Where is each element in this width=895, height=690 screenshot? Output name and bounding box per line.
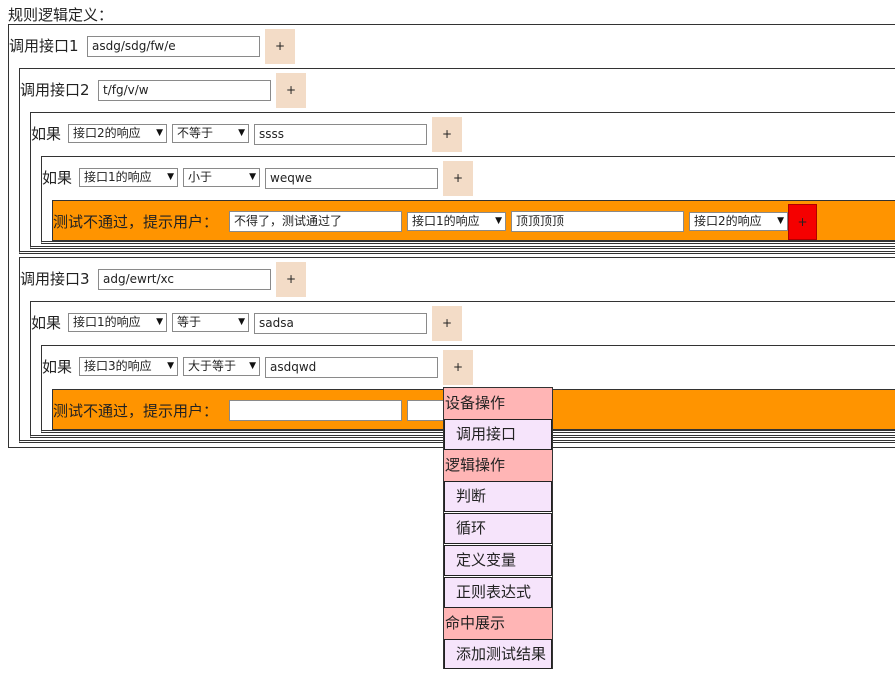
add-action-menu: 设备操作 调用接口 逻辑操作 判断 循环 定义变量 正则表达式 命中展示 添加测… xyxy=(443,387,553,669)
operator-select[interactable]: 不等于 ▼ xyxy=(172,124,249,143)
condition-add-button[interactable]: + xyxy=(432,117,462,152)
test-fail-label: 测试不通过，提示用户： xyxy=(53,213,219,231)
menu-item-add-test-result[interactable]: 添加测试结果 xyxy=(444,639,552,669)
fail-add-button-active[interactable]: + xyxy=(788,204,817,240)
menu-item-judge[interactable]: 判断 xyxy=(444,481,552,512)
response-source-select[interactable]: 接口2的响应 ▼ xyxy=(68,124,167,143)
condition-value-input[interactable]: sadsa xyxy=(254,313,427,334)
response-source-select[interactable]: 接口3的响应 ▼ xyxy=(79,357,178,376)
call-interface-1-add-button[interactable]: + xyxy=(265,29,295,64)
select-value: 接口2的响应 xyxy=(694,214,762,228)
select-value: 接口3的响应 xyxy=(84,359,152,373)
menu-category-device: 设备操作 xyxy=(444,388,552,419)
select-value: 接口1的响应 xyxy=(84,170,152,184)
fail-response-select[interactable] xyxy=(407,400,447,421)
dropdown-arrow-icon: ▼ xyxy=(167,172,174,182)
dropdown-arrow-icon: ▼ xyxy=(156,128,163,138)
condition-value-input[interactable]: asdqwd xyxy=(265,357,438,378)
dropdown-arrow-icon: ▼ xyxy=(495,216,502,226)
dropdown-arrow-icon: ▼ xyxy=(238,128,245,138)
page-title: 规则逻辑定义： xyxy=(8,6,114,24)
select-value: 不等于 xyxy=(177,126,214,140)
call-interface-2-path-input[interactable]: t/fg/v/w xyxy=(98,80,271,101)
condition-add-button[interactable]: + xyxy=(443,350,473,385)
select-value: 小于 xyxy=(188,170,213,184)
select-value: 接口1的响应 xyxy=(412,214,480,228)
condition-add-button[interactable]: + xyxy=(432,306,462,341)
if-label: 如果 xyxy=(31,314,62,332)
menu-category-hit-display: 命中展示 xyxy=(444,608,552,639)
dropdown-arrow-icon: ▼ xyxy=(249,361,256,371)
menu-item-loop[interactable]: 循环 xyxy=(444,513,552,544)
if-label: 如果 xyxy=(42,358,73,376)
dropdown-arrow-icon: ▼ xyxy=(156,317,163,327)
response-source-select[interactable]: 接口1的响应 ▼ xyxy=(68,313,167,332)
select-value: 接口1的响应 xyxy=(73,315,141,329)
dropdown-arrow-icon: ▼ xyxy=(249,172,256,182)
fail-response-select[interactable]: 接口2的响应 ▼ xyxy=(689,212,788,231)
response-source-select[interactable]: 接口1的响应 ▼ xyxy=(79,168,178,187)
condition-value-input[interactable]: ssss xyxy=(254,124,427,145)
dropdown-arrow-icon: ▼ xyxy=(167,361,174,371)
fail-message-input[interactable]: 顶顶顶顶 xyxy=(511,211,684,232)
if-label: 如果 xyxy=(31,125,62,143)
test-fail-label: 测试不通过，提示用户： xyxy=(53,402,219,420)
call-interface-3-label: 调用接口3 xyxy=(20,270,90,288)
dropdown-arrow-icon: ▼ xyxy=(238,317,245,327)
operator-select[interactable]: 大于等于 ▼ xyxy=(183,357,260,376)
select-value: 大于等于 xyxy=(188,359,237,373)
dropdown-arrow-icon: ▼ xyxy=(777,216,784,226)
call-interface-1-path-input[interactable]: asdg/sdg/fw/e xyxy=(87,36,260,57)
operator-select[interactable]: 等于 ▼ xyxy=(172,313,249,332)
call-interface-2-label: 调用接口2 xyxy=(20,81,90,99)
menu-item-regex[interactable]: 正则表达式 xyxy=(444,577,552,608)
fail-response-select[interactable]: 接口1的响应 ▼ xyxy=(407,212,506,231)
condition-add-button[interactable]: + xyxy=(443,161,473,196)
select-value: 接口2的响应 xyxy=(73,126,141,140)
call-interface-1-label: 调用接口1 xyxy=(9,37,79,55)
call-interface-2-add-button[interactable]: + xyxy=(276,73,306,108)
menu-item-define-variable[interactable]: 定义变量 xyxy=(444,545,552,576)
operator-select[interactable]: 小于 ▼ xyxy=(183,168,260,187)
fail-message-input[interactable]: 不得了，测试通过了 xyxy=(229,211,402,232)
menu-item-call-interface[interactable]: 调用接口 xyxy=(444,419,552,450)
select-value: 等于 xyxy=(177,315,202,329)
condition-value-input[interactable]: weqwe xyxy=(265,168,438,189)
call-interface-3-add-button[interactable]: + xyxy=(276,262,306,297)
menu-category-logic: 逻辑操作 xyxy=(444,450,552,481)
fail-message-input[interactable] xyxy=(229,400,402,421)
if-label: 如果 xyxy=(42,169,73,187)
call-interface-3-path-input[interactable]: adg/ewrt/xc xyxy=(98,269,271,290)
